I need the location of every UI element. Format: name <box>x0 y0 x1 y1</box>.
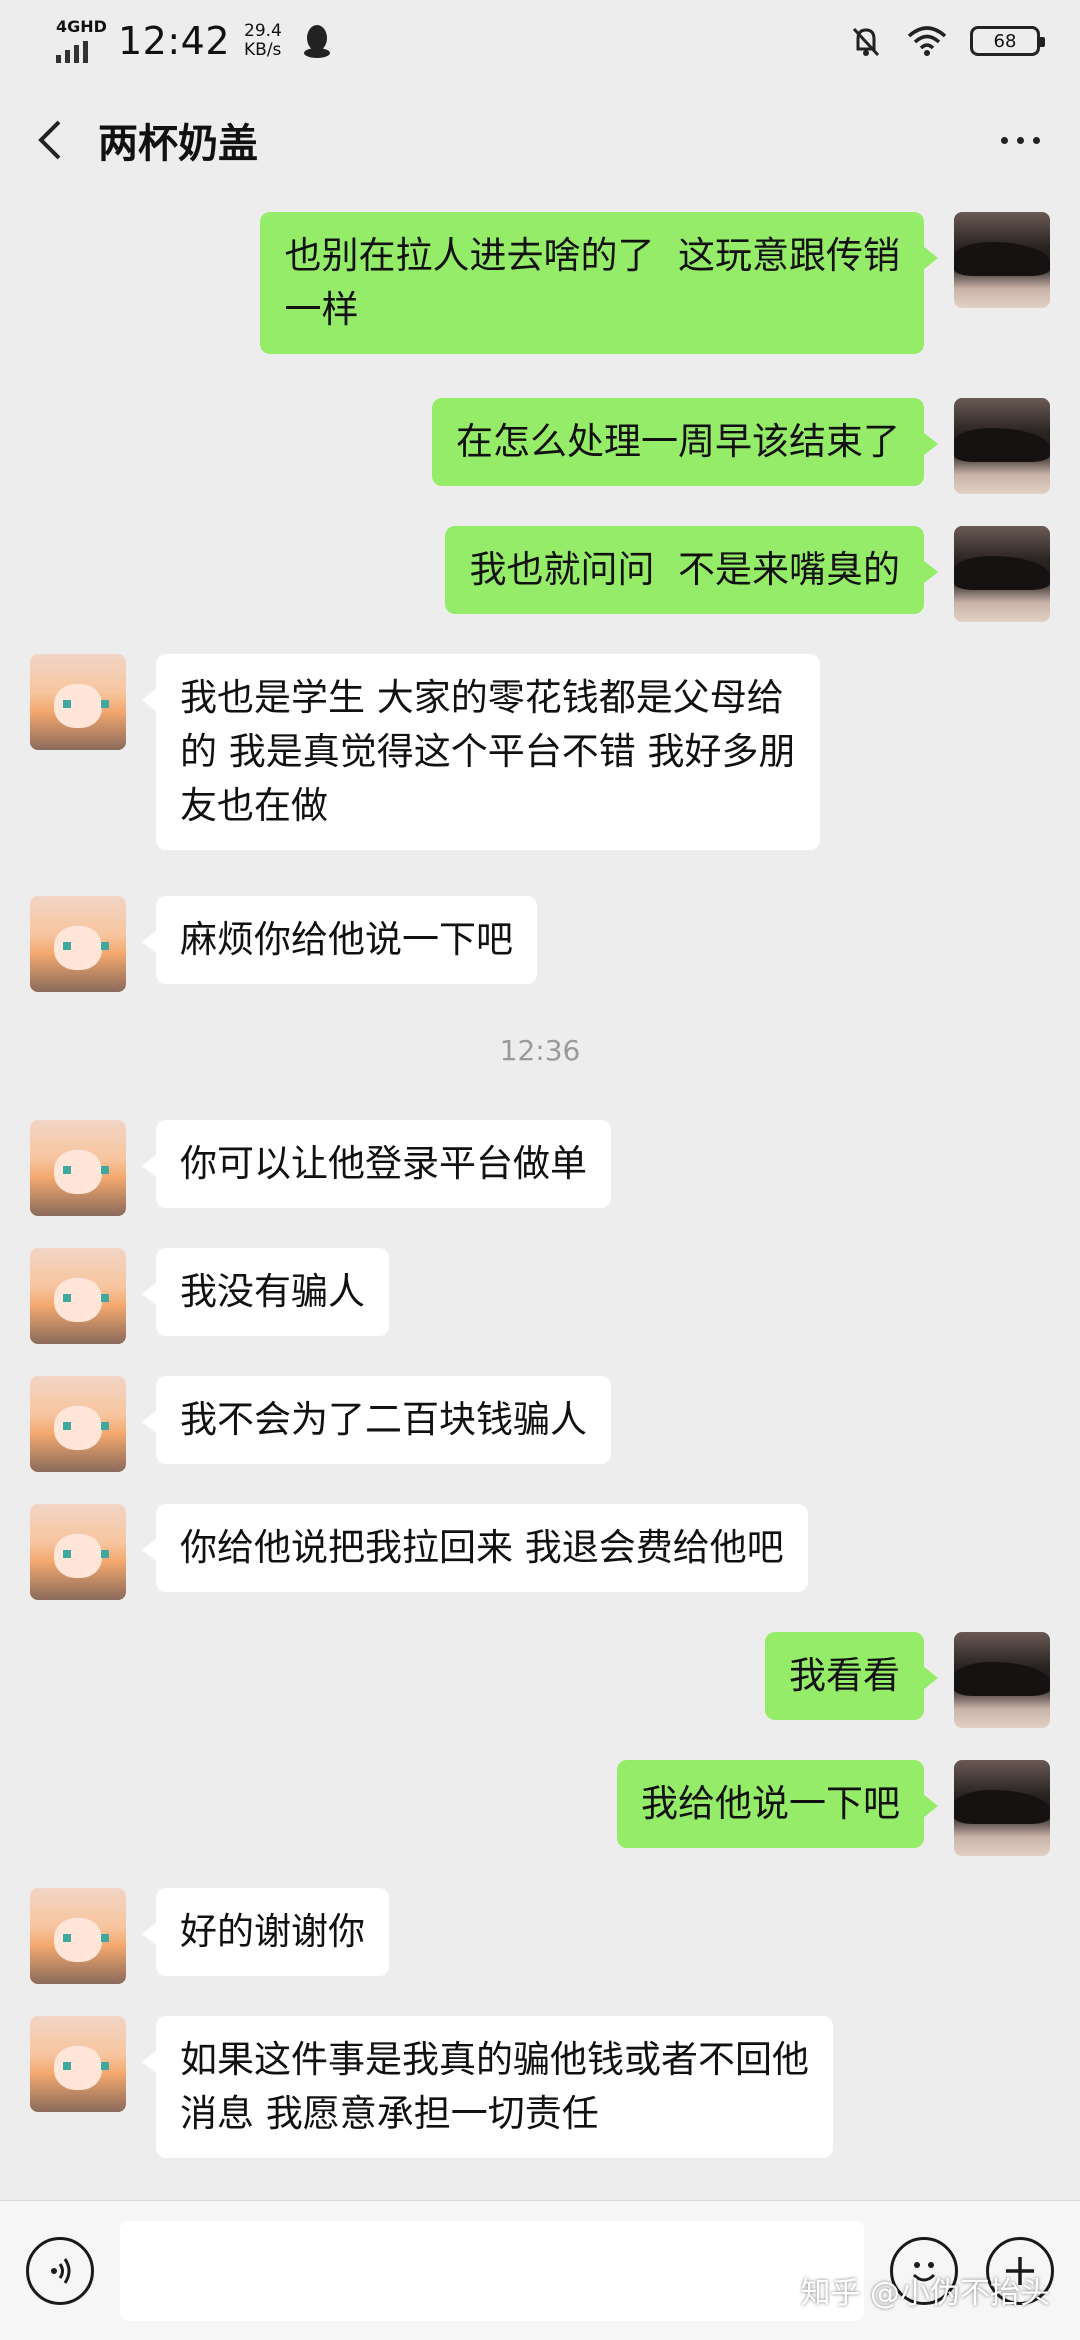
message-bubble[interactable]: 也别在拉人进去啥的了 这玩意跟传销 一样 <box>260 212 938 354</box>
battery-icon: 68 <box>970 26 1045 56</box>
wifi-icon <box>907 26 947 56</box>
message-text-line: 你给他说把我拉回来 我退会费给他吧 <box>180 1526 784 1569</box>
timestamp: 12:36 <box>499 1034 581 1067</box>
message-bubble[interactable]: 我没有骗人 <box>142 1248 389 1336</box>
message-text-line: 在怎么处理一周早该结束了 <box>456 420 900 463</box>
message-bubble[interactable]: 在怎么处理一周早该结束了 <box>432 398 938 486</box>
message-text-line: 也别在拉人进去啥的了 这玩意跟传销 <box>284 234 900 277</box>
message-bubble[interactable]: 你给他说把我拉回来 我退会费给他吧 <box>142 1504 808 1592</box>
message-bubble[interactable]: 如果这件事是我真的骗他钱或者不回他 消息 我愿意承担一切责任 <box>142 2016 833 2158</box>
message-text-line: 麻烦你给他说一下吧 <box>180 918 513 961</box>
contact-avatar[interactable] <box>30 1120 126 1216</box>
message-text-line: 我也是学生 大家的零花钱都是父母给 <box>180 676 784 719</box>
contact-avatar[interactable] <box>30 1376 126 1472</box>
voice-icon <box>51 2257 71 2284</box>
status-bar: 4GHD 12:42 29.4 KB/s 68 <box>0 0 1080 82</box>
speed-value: 29.4 <box>244 21 282 41</box>
message-text-line: 好的谢谢你 <box>180 1910 365 1953</box>
network-speed: 29.4 KB/s <box>244 22 282 60</box>
my-avatar[interactable] <box>954 1760 1050 1856</box>
message-bubble[interactable]: 我也是学生 大家的零花钱都是父母给的 我是真觉得这个平台不错 我好多朋 友也在做 <box>142 654 820 850</box>
message-input[interactable] <box>120 2220 864 2321</box>
back-button[interactable] <box>30 110 70 170</box>
message-bubble[interactable]: 麻烦你给他说一下吧 <box>142 896 537 984</box>
voice-button[interactable] <box>26 2236 94 2305</box>
my-avatar[interactable] <box>954 212 1050 308</box>
message-text-line: 一样 <box>284 288 359 331</box>
chat-title: 两杯奶盖 <box>98 121 258 167</box>
contact-avatar[interactable] <box>30 896 126 992</box>
message-bubble[interactable]: 你可以让他登录平台做单 <box>142 1120 611 1208</box>
message-text-line: 消息 我愿意承担一切责任 <box>180 2092 599 2135</box>
message-bubble[interactable]: 我看看 <box>765 1632 938 1720</box>
my-avatar[interactable] <box>954 526 1050 622</box>
message-text-line: 我不会为了二百块钱骗人 <box>180 1398 587 1441</box>
message-text-line: 我也就问问 不是来嘴臭的 <box>469 548 900 591</box>
more-button[interactable] <box>990 120 1050 160</box>
watermark: 知乎 @小伪不抬头 <box>800 2276 1050 2311</box>
message-bubble[interactable]: 我给他说一下吧 <box>617 1760 938 1848</box>
contact-avatar[interactable] <box>30 1504 126 1600</box>
message-text-line: 如果这件事是我真的骗他钱或者不回他 <box>180 2038 809 2081</box>
message-text-line: 的 我是真觉得这个平台不错 我好多朋 <box>180 730 796 773</box>
qq-icon <box>303 25 330 58</box>
my-avatar[interactable] <box>954 1632 1050 1728</box>
signal-icon <box>56 41 88 63</box>
message-text-line: 我看看 <box>789 1654 900 1697</box>
network-indicator: 4GHD <box>56 19 108 63</box>
message-text-line: 你可以让他登录平台做单 <box>180 1142 587 1185</box>
my-avatar[interactable] <box>954 398 1050 494</box>
contact-avatar[interactable] <box>30 2016 126 2112</box>
message-text-line: 友也在做 <box>180 784 328 827</box>
more-dots-icon <box>1000 136 1008 144</box>
message-text-line: 我没有骗人 <box>180 1270 365 1313</box>
contact-avatar[interactable] <box>30 1248 126 1344</box>
contact-avatar[interactable] <box>30 654 126 750</box>
battery-level: 68 <box>993 30 1017 52</box>
message-bubble[interactable]: 好的谢谢你 <box>142 1888 389 1976</box>
status-time: 12:42 <box>118 19 231 63</box>
chat-header: 两杯奶盖 <box>0 82 1080 198</box>
mute-bell-icon <box>852 27 880 57</box>
message-bubble[interactable]: 我不会为了二百块钱骗人 <box>142 1376 611 1464</box>
network-type: 4GHD <box>56 17 107 36</box>
message-text-line: 我给他说一下吧 <box>641 1782 900 1825</box>
chevron-left-icon <box>38 120 61 160</box>
message-bubble[interactable]: 我也就问问 不是来嘴臭的 <box>445 526 938 614</box>
speed-unit: KB/s <box>244 40 282 60</box>
contact-avatar[interactable] <box>30 1888 126 1984</box>
